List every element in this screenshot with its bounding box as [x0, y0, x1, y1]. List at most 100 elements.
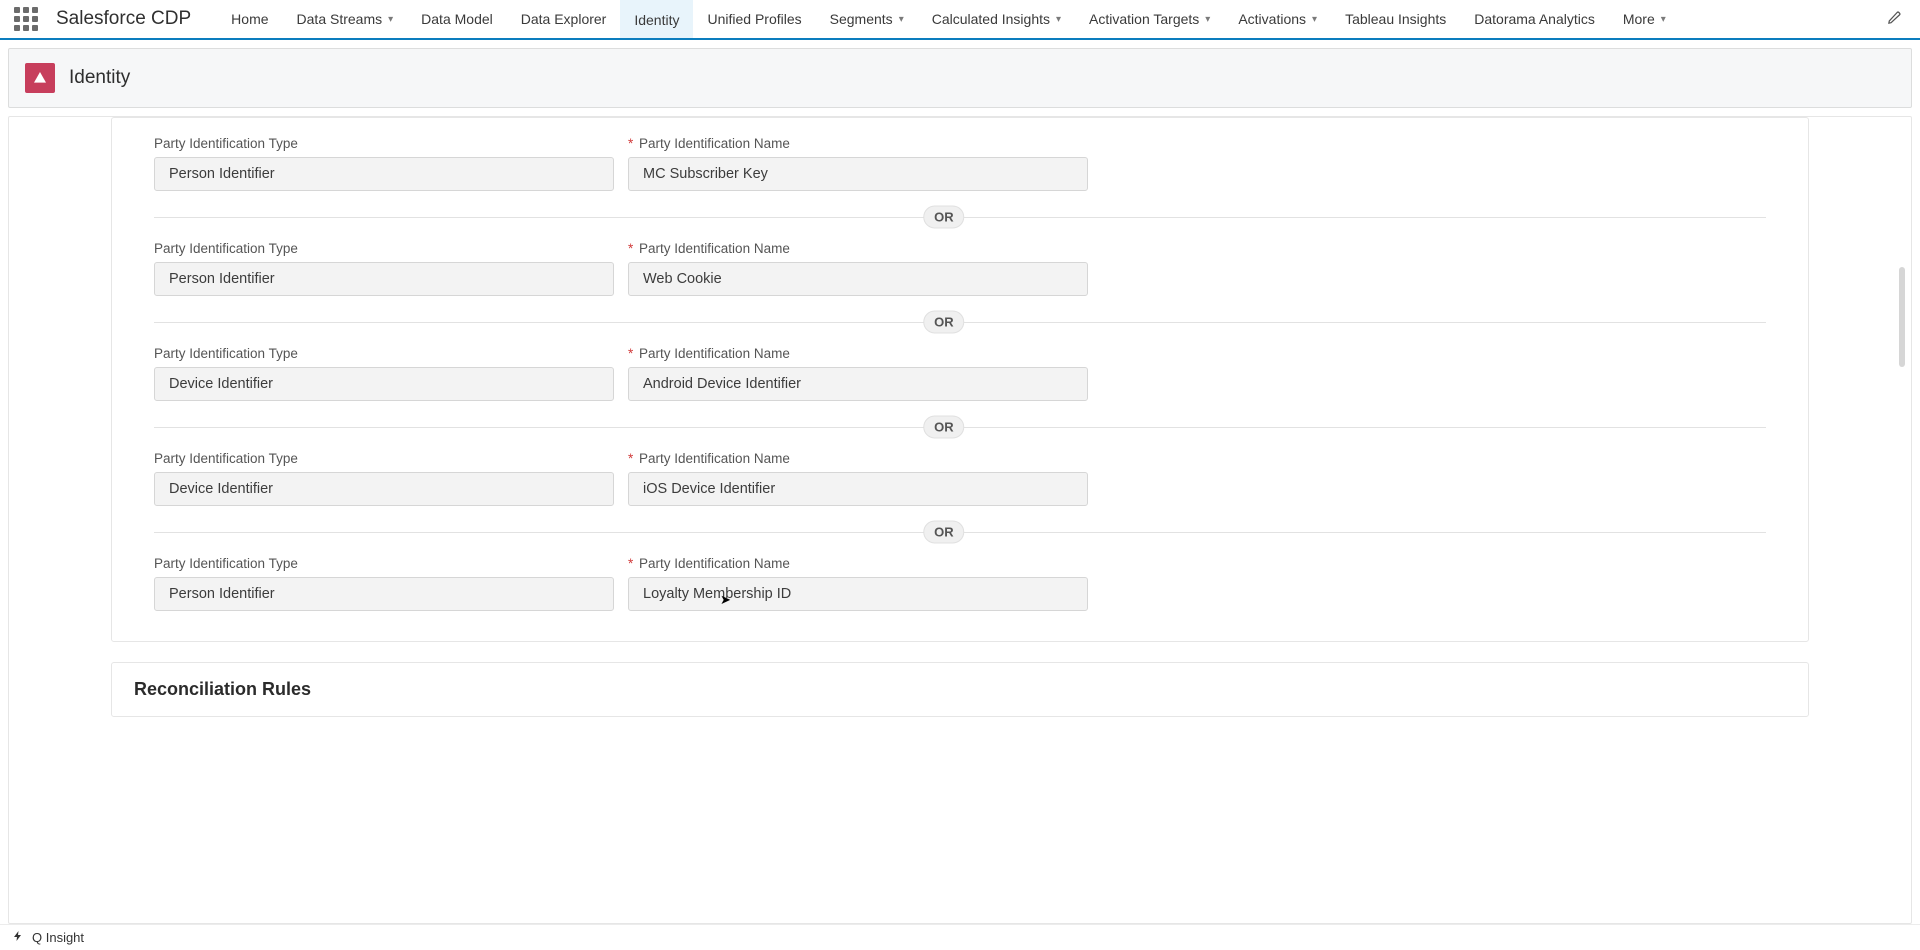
rule-row: Party Identification Type Person Identifi… [154, 241, 1766, 296]
nav-item-label: Identity [634, 12, 679, 28]
required-asterisk: * [628, 346, 633, 361]
rule-block: Party Identification Type Person Identifi… [112, 231, 1808, 296]
content-scroll[interactable]: Party Identification Type Person Identifi… [39, 117, 1881, 923]
nav-item-label: Activations [1238, 11, 1306, 27]
nav-item-label: Segments [830, 11, 893, 27]
party-identification-type-input[interactable]: Device Identifier [154, 367, 614, 401]
or-pill: OR [923, 206, 965, 229]
party-identification-type-input[interactable]: Device Identifier [154, 472, 614, 506]
nav-item-label: Activation Targets [1089, 11, 1199, 27]
nav-item-activations[interactable]: Activations ▾ [1224, 0, 1331, 38]
required-asterisk: * [628, 241, 633, 256]
party-identification-type-input[interactable]: Person Identifier [154, 577, 614, 611]
party-identification-name-field: * Party Identification Name iOS Device Id… [628, 451, 1088, 506]
nav-item-identity[interactable]: Identity [620, 0, 693, 38]
party-identification-type-field: Party Identification Type Device Identifi… [154, 346, 614, 401]
rule-block: Party Identification Type Person Identifi… [112, 546, 1808, 611]
party-identification-name-field: * Party Identification Name Android Devic… [628, 346, 1088, 401]
nav-item-more[interactable]: More ▾ [1609, 0, 1680, 38]
party-identification-name-input[interactable]: iOS Device Identifier [628, 472, 1088, 506]
nav-item-calculated-insights[interactable]: Calculated Insights ▾ [918, 0, 1075, 38]
rule-block: Party Identification Type Device Identifi… [112, 441, 1808, 506]
nav-item-label: Datorama Analytics [1474, 11, 1595, 27]
nav-item-label: Tableau Insights [1345, 11, 1446, 27]
required-asterisk: * [628, 556, 633, 571]
nav-item-tableau-insights[interactable]: Tableau Insights [1331, 0, 1460, 38]
field-label: * Party Identification Name [628, 451, 1088, 466]
party-identification-type-field: Party Identification Type Person Identifi… [154, 136, 614, 191]
or-pill: OR [923, 416, 965, 439]
reconciliation-title: Reconciliation Rules [134, 679, 1786, 700]
party-identification-name-field: * Party Identification Name MC Subscriber… [628, 136, 1088, 191]
rule-row: Party Identification Type Device Identifi… [154, 346, 1766, 401]
chevron-down-icon: ▾ [1205, 14, 1210, 25]
or-divider: OR [154, 308, 1766, 336]
rule-block: Party Identification Type Person Identifi… [112, 126, 1808, 191]
page-header: Identity [8, 48, 1912, 108]
field-label: * Party Identification Name [628, 136, 1088, 151]
rule-row: Party Identification Type Person Identifi… [154, 556, 1766, 611]
reconciliation-card: Reconciliation Rules [111, 662, 1809, 717]
field-label: Party Identification Type [154, 451, 614, 466]
party-identification-name-input[interactable]: MC Subscriber Key [628, 157, 1088, 191]
top-nav: Salesforce CDP Home Data Streams ▾ Data Mod… [0, 0, 1920, 40]
or-pill: OR [923, 521, 965, 544]
party-identification-type-field: Party Identification Type Device Identifi… [154, 451, 614, 506]
nav-item-label: Calculated Insights [932, 11, 1050, 27]
chevron-down-icon: ▾ [1312, 14, 1317, 25]
party-identification-type-field: Party Identification Type Person Identifi… [154, 556, 614, 611]
party-identification-type-input[interactable]: Person Identifier [154, 157, 614, 191]
chevron-down-icon: ▾ [899, 14, 904, 25]
nav-item-label: More [1623, 11, 1655, 27]
field-label: Party Identification Type [154, 241, 614, 256]
identity-icon [25, 63, 55, 93]
footer-label[interactable]: Q Insight [32, 930, 84, 945]
party-identification-name-input[interactable]: Android Device Identifier [628, 367, 1088, 401]
nav-item-activation-targets[interactable]: Activation Targets ▾ [1075, 0, 1224, 38]
app-launcher-icon[interactable] [14, 7, 38, 31]
nav-item-unified-profiles[interactable]: Unified Profiles [693, 0, 815, 38]
match-rules-card: Party Identification Type Person Identifi… [111, 117, 1809, 642]
field-label: Party Identification Type [154, 346, 614, 361]
party-identification-name-field: * Party Identification Name Loyalty Membe… [628, 556, 1088, 611]
chevron-down-icon: ▾ [388, 14, 393, 25]
field-label: * Party Identification Name [628, 346, 1088, 361]
rule-block: Party Identification Type Device Identifi… [112, 336, 1808, 401]
or-pill: OR [923, 311, 965, 334]
field-label: Party Identification Type [154, 556, 614, 571]
party-identification-name-input[interactable]: Web Cookie [628, 262, 1088, 296]
chevron-down-icon: ▾ [1661, 14, 1666, 25]
chevron-down-icon: ▾ [1056, 14, 1061, 25]
nav-item-label: Unified Profiles [707, 11, 801, 27]
required-asterisk: * [628, 136, 633, 151]
content-area: Party Identification Type Person Identifi… [8, 116, 1912, 924]
brand-title: Salesforce CDP [56, 8, 191, 30]
rule-row: Party Identification Type Device Identifi… [154, 451, 1766, 506]
or-divider: OR [154, 413, 1766, 441]
required-asterisk: * [628, 451, 633, 466]
nav-item-label: Home [231, 11, 268, 27]
party-identification-type-field: Party Identification Type Person Identifi… [154, 241, 614, 296]
nav-item-data-streams[interactable]: Data Streams ▾ [283, 0, 408, 38]
nav-items: Home Data Streams ▾ Data Model Data Explorer… [217, 0, 1869, 38]
footer: Q Insight [0, 924, 1920, 950]
party-identification-type-input[interactable]: Person Identifier [154, 262, 614, 296]
rule-row: Party Identification Type Person Identifi… [154, 136, 1766, 191]
nav-item-data-model[interactable]: Data Model [407, 0, 507, 38]
field-label: * Party Identification Name [628, 241, 1088, 256]
page-title: Identity [69, 67, 130, 89]
field-label: * Party Identification Name [628, 556, 1088, 571]
nav-item-label: Data Streams [297, 11, 383, 27]
or-divider: OR [154, 203, 1766, 231]
nav-item-label: Data Model [421, 11, 493, 27]
nav-item-home[interactable]: Home [217, 0, 282, 38]
party-identification-name-input[interactable]: Loyalty Membership ID [628, 577, 1088, 611]
nav-item-label: Data Explorer [521, 11, 607, 27]
scrollbar-thumb[interactable] [1899, 267, 1905, 367]
nav-item-datorama-analytics[interactable]: Datorama Analytics [1460, 0, 1609, 38]
or-divider: OR [154, 518, 1766, 546]
nav-item-segments[interactable]: Segments ▾ [816, 0, 918, 38]
edit-icon[interactable] [1877, 10, 1912, 29]
field-label: Party Identification Type [154, 136, 614, 151]
nav-item-data-explorer[interactable]: Data Explorer [507, 0, 621, 38]
